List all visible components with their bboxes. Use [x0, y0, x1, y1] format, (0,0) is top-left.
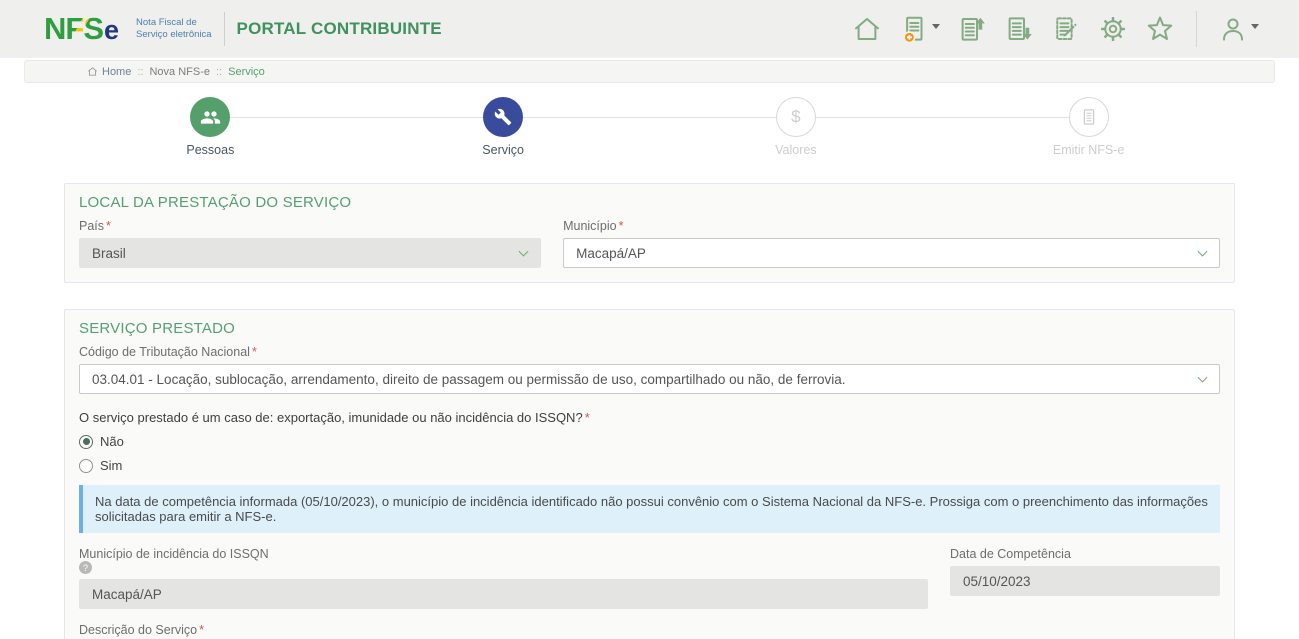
favorites-icon[interactable]	[1145, 14, 1175, 44]
step-emitir-nfse[interactable]: Emitir NFS-e	[942, 97, 1235, 157]
chevron-down-icon	[1198, 373, 1208, 383]
breadcrumb-separator: ::	[137, 66, 143, 78]
dollar-icon: $	[776, 97, 816, 137]
logo-tagline: Nota Fiscal de Serviço eletrônica	[136, 17, 212, 41]
local-prestacao-section: LOCAL DA PRESTAÇÃO DO SERVIÇO País* Bras…	[64, 183, 1235, 283]
convenio-info-alert: Na data de competência informada (05/10/…	[79, 485, 1220, 533]
municipio-label: Município*	[563, 219, 1220, 233]
home-icon[interactable]	[852, 14, 882, 44]
step-pessoas[interactable]: Pessoas	[64, 97, 357, 157]
new-nfse-icon[interactable]	[899, 14, 940, 44]
draft-notes-icon[interactable]	[1051, 14, 1081, 44]
new-nfse-caret-icon	[932, 24, 940, 29]
nfse-logo[interactable]: NFS e Nota Fiscal de Serviço eletrônica …	[44, 11, 442, 47]
required-marker: *	[106, 219, 111, 233]
user-icon[interactable]	[1218, 14, 1259, 44]
issqn-question: O serviço prestado é um caso de: exporta…	[79, 410, 1220, 425]
chevron-down-icon	[1198, 247, 1208, 257]
home-small-icon	[87, 66, 98, 77]
logo-nfs: NFS	[44, 11, 103, 47]
toolbar-divider	[1196, 11, 1197, 47]
radio-sim[interactable]: Sim	[79, 458, 122, 473]
data-competencia-label: Data de Competência	[950, 547, 1220, 561]
codigo-tributacao-label: Código de Tributação Nacional*	[79, 345, 1220, 359]
main-content: Pessoas Serviço $ Valores Emitir NFS-e	[0, 97, 1299, 639]
pais-label: País*	[79, 219, 541, 233]
municipio-incidencia-label: Município de incidência do ISSQN ?	[79, 547, 928, 574]
data-competencia-input: 05/10/2023	[950, 566, 1220, 596]
breadcrumb-home-link[interactable]: Home	[87, 66, 131, 78]
nfse-logo-text: NFS e	[44, 11, 119, 47]
radio-unselected-icon	[79, 459, 93, 473]
pais-field: País* Brasil	[79, 219, 541, 268]
invoice-icon	[1069, 97, 1109, 137]
required-marker: *	[252, 345, 257, 359]
app-header: NFS e Nota Fiscal de Serviço eletrônica …	[0, 0, 1299, 58]
municipio-select[interactable]: Macapá/AP	[563, 238, 1220, 268]
wrench-icon	[483, 97, 523, 137]
servico-prestado-title: SERVIÇO PRESTADO	[79, 320, 1220, 337]
required-marker: *	[199, 623, 204, 637]
user-caret-icon	[1251, 24, 1259, 29]
settings-icon[interactable]	[1098, 14, 1128, 44]
issued-notes-icon[interactable]	[957, 14, 987, 44]
required-marker: *	[585, 410, 590, 425]
chevron-down-icon	[519, 247, 529, 257]
descricao-servico-label: Descrição do Serviço*	[79, 623, 1220, 637]
radio-nao[interactable]: Não	[79, 434, 124, 449]
codigo-tributacao-select[interactable]: 03.04.01 - Locação, sublocação, arrendam…	[79, 364, 1220, 394]
required-marker: *	[619, 219, 624, 233]
logo-e: e	[104, 15, 119, 46]
received-notes-icon[interactable]	[1004, 14, 1034, 44]
pais-select[interactable]: Brasil	[79, 238, 541, 268]
breadcrumb-separator: ::	[216, 66, 222, 78]
step-servico[interactable]: Serviço	[357, 97, 650, 157]
breadcrumb: Home :: Nova NFS-e :: Serviço	[24, 60, 1275, 83]
logo-divider	[224, 12, 225, 46]
step-valores[interactable]: $ Valores	[650, 97, 943, 157]
radio-selected-icon	[79, 435, 93, 449]
municipio-incidencia-field: Município de incidência do ISSQN ? Macap…	[79, 547, 928, 609]
header-toolbar	[852, 11, 1259, 47]
servico-prestado-section: SERVIÇO PRESTADO Código de Tributação Na…	[64, 309, 1235, 639]
wizard-stepper: Pessoas Serviço $ Valores Emitir NFS-e	[64, 97, 1235, 157]
municipio-incidencia-input: Macapá/AP	[79, 579, 928, 609]
portal-title: PORTAL CONTRIBUINTE	[237, 19, 442, 39]
people-icon	[190, 97, 230, 137]
local-prestacao-title: LOCAL DA PRESTAÇÃO DO SERVIÇO	[79, 194, 1220, 211]
breadcrumb-current: Serviço	[228, 66, 265, 78]
breadcrumb-nova-nfse-link[interactable]: Nova NFS-e	[149, 66, 210, 78]
data-competencia-field: Data de Competência 05/10/2023	[950, 547, 1220, 609]
help-icon[interactable]: ?	[79, 561, 92, 574]
municipio-field: Município* Macapá/AP	[563, 219, 1220, 268]
